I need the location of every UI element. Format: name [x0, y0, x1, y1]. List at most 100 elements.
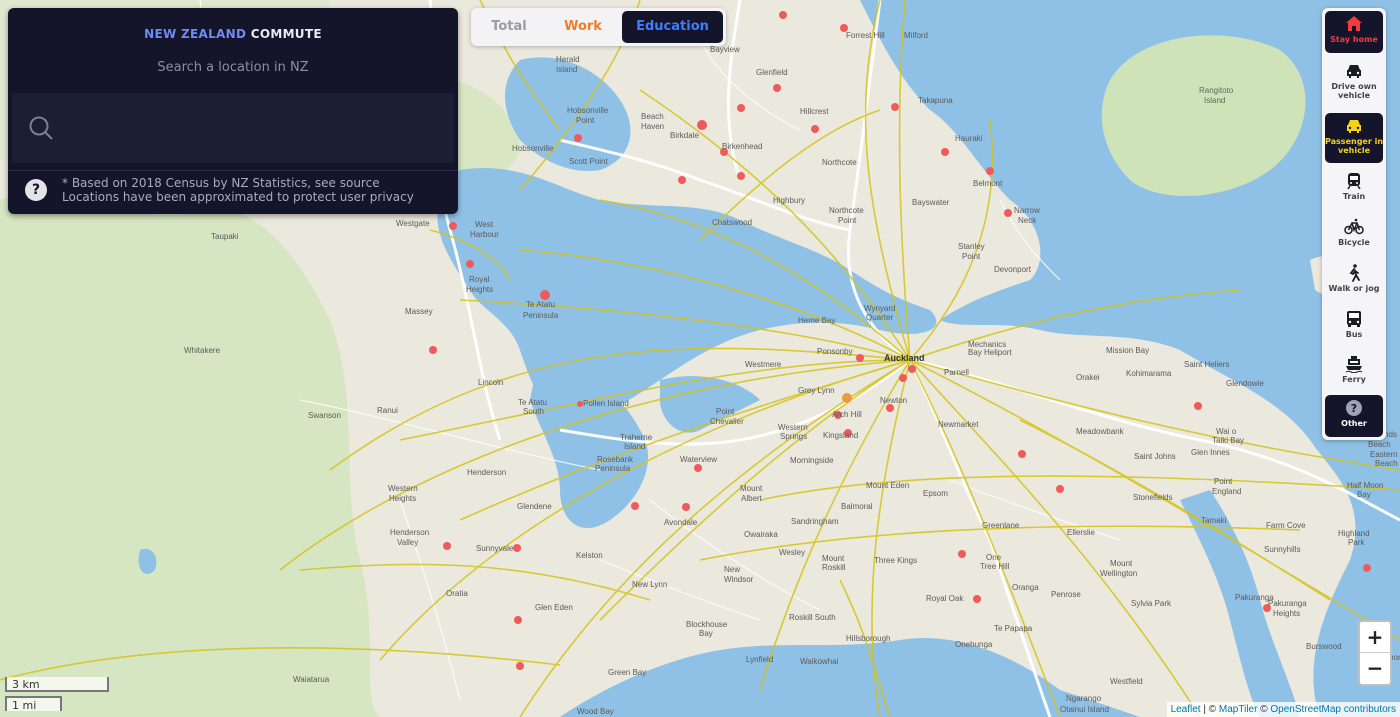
mode-passenger-in-vehicle[interactable]: Passenger in vehicle [1325, 113, 1383, 163]
tab-total[interactable]: Total [474, 11, 544, 43]
svg-text:Burswood: Burswood [1306, 642, 1342, 651]
svg-text:Stanley: Stanley [958, 242, 985, 251]
svg-text:Beach: Beach [641, 112, 664, 121]
svg-text:Hillsborough: Hillsborough [846, 634, 890, 643]
svg-text:Tamaki: Tamaki [1201, 516, 1227, 525]
tab-work[interactable]: Work [548, 11, 618, 43]
mode-bus[interactable]: Bus [1325, 306, 1383, 348]
svg-text:Hauraki: Hauraki [955, 134, 983, 143]
svg-text:Wynyard: Wynyard [864, 304, 896, 313]
svg-text:New: New [724, 565, 740, 574]
mode-label: Ferry [1342, 375, 1366, 384]
mode-drive-own-vehicle[interactable]: Drive own vehicle [1325, 58, 1383, 100]
svg-text:Birkdale: Birkdale [670, 131, 699, 140]
train-icon [1347, 173, 1361, 190]
svg-text:Beach: Beach [1368, 440, 1391, 449]
zoom-out-button[interactable]: − [1360, 653, 1390, 683]
svg-text:Roskill South: Roskill South [789, 613, 836, 622]
ferry-icon [1345, 356, 1363, 373]
mode-label: Other [1341, 419, 1367, 428]
svg-text:Albert: Albert [741, 494, 763, 503]
zoom-in-button[interactable]: + [1360, 622, 1390, 653]
mode-ferry[interactable]: Ferry [1325, 351, 1383, 393]
svg-text:Hobsonville: Hobsonville [512, 144, 554, 153]
svg-text:Orakei: Orakei [1076, 373, 1100, 382]
search-box[interactable] [12, 93, 454, 163]
svg-text:Onehunga: Onehunga [955, 640, 993, 649]
svg-text:Peninsula: Peninsula [595, 464, 631, 473]
svg-text:Glen Innes: Glen Innes [1191, 448, 1230, 457]
mode-label: Bus [1345, 330, 1363, 339]
svg-text:Balmoral: Balmoral [841, 502, 873, 511]
svg-text:Forrest Hill: Forrest Hill [846, 31, 885, 40]
svg-text:Wellington: Wellington [1100, 569, 1137, 578]
svg-text:Bay: Bay [699, 629, 713, 638]
svg-text:Westfield: Westfield [1110, 677, 1143, 686]
svg-text:Kohimarama: Kohimarama [1126, 369, 1172, 378]
svg-text:Pollen Island: Pollen Island [583, 399, 629, 408]
maptiler-link[interactable]: MapTiler [1219, 704, 1258, 715]
mode-stay-home[interactable]: Stay home [1325, 11, 1383, 53]
svg-text:Avondale: Avondale [664, 518, 698, 527]
leaflet-link[interactable]: Leaflet [1171, 704, 1201, 715]
svg-text:Beach: Beach [1375, 459, 1398, 468]
walker-icon [1349, 264, 1360, 282]
house-icon [1346, 16, 1362, 31]
svg-text:Auckland: Auckland [884, 353, 925, 363]
question-icon: ? [1346, 400, 1362, 416]
svg-text:Newton: Newton [880, 396, 907, 405]
svg-text:Hillcrest: Hillcrest [800, 107, 829, 116]
mode-walk-or-jog[interactable]: Walk or jog [1325, 260, 1383, 302]
svg-text:Point: Point [962, 252, 981, 261]
mode-label: Passenger in vehicle [1325, 137, 1384, 155]
search-icon [29, 116, 53, 140]
app-title-country: NEW ZEALAND [144, 27, 247, 41]
svg-text:Ranui: Ranui [377, 406, 398, 415]
svg-text:Glen Eden: Glen Eden [535, 603, 573, 612]
svg-text:Point: Point [716, 407, 735, 416]
svg-text:Chatswood: Chatswood [712, 218, 752, 227]
svg-text:Bay: Bay [1357, 490, 1371, 499]
category-tabs: Total Work Education [471, 8, 726, 46]
svg-text:Kelston: Kelston [576, 551, 603, 560]
svg-text:Eastern: Eastern [1370, 450, 1398, 459]
svg-text:Highland: Highland [1338, 529, 1370, 538]
tab-education[interactable]: Education [622, 11, 723, 43]
svg-text:Parnell: Parnell [944, 368, 969, 377]
svg-text:Sunnyvale: Sunnyvale [476, 544, 514, 553]
svg-text:Heights: Heights [1273, 609, 1300, 618]
svg-text:?: ? [1351, 402, 1357, 415]
svg-text:Meadowbank: Meadowbank [1076, 427, 1125, 436]
svg-text:Taupaki: Taupaki [211, 232, 239, 241]
svg-text:Farm Cove: Farm Cove [1266, 521, 1306, 530]
svg-text:Wood Bay: Wood Bay [577, 707, 614, 716]
help-icon[interactable]: ? [25, 179, 47, 201]
svg-text:Pakuranga: Pakuranga [1268, 599, 1307, 608]
mode-train[interactable]: Train [1325, 168, 1383, 210]
svg-text:Westmere: Westmere [745, 360, 782, 369]
svg-text:Ponsonby: Ponsonby [817, 347, 853, 356]
svg-text:Wai o: Wai o [1216, 427, 1237, 436]
mode-label: Drive own vehicle [1331, 82, 1377, 100]
mode-label: Bicycle [1338, 238, 1370, 247]
mode-bicycle[interactable]: Bicycle [1325, 214, 1383, 256]
svg-text:Windsor: Windsor [724, 575, 754, 584]
svg-text:Westgate: Westgate [396, 219, 430, 228]
svg-text:Half Moon: Half Moon [1347, 481, 1383, 490]
svg-text:Heights: Heights [389, 494, 416, 503]
bus-icon [1347, 311, 1361, 327]
svg-text:Springs: Springs [780, 432, 807, 441]
svg-text:Whitakere: Whitakere [184, 346, 221, 355]
svg-text:Stonefields: Stonefields [1133, 493, 1173, 502]
search-input[interactable] [68, 113, 442, 145]
mode-other[interactable]: ? Other [1325, 395, 1383, 437]
mode-label: Stay home [1330, 35, 1378, 44]
osm-link[interactable]: OpenStreetMap contributors [1270, 704, 1396, 715]
app-title: NEW ZEALAND COMMUTE [8, 27, 458, 41]
svg-text:Henderson: Henderson [390, 528, 429, 537]
mode-label: Walk or jog [1328, 284, 1380, 293]
svg-text:Epsom: Epsom [923, 489, 948, 498]
bicycle-icon [1344, 218, 1364, 235]
svg-text:Northcote: Northcote [829, 206, 864, 215]
svg-text:Lincoln: Lincoln [478, 378, 503, 387]
